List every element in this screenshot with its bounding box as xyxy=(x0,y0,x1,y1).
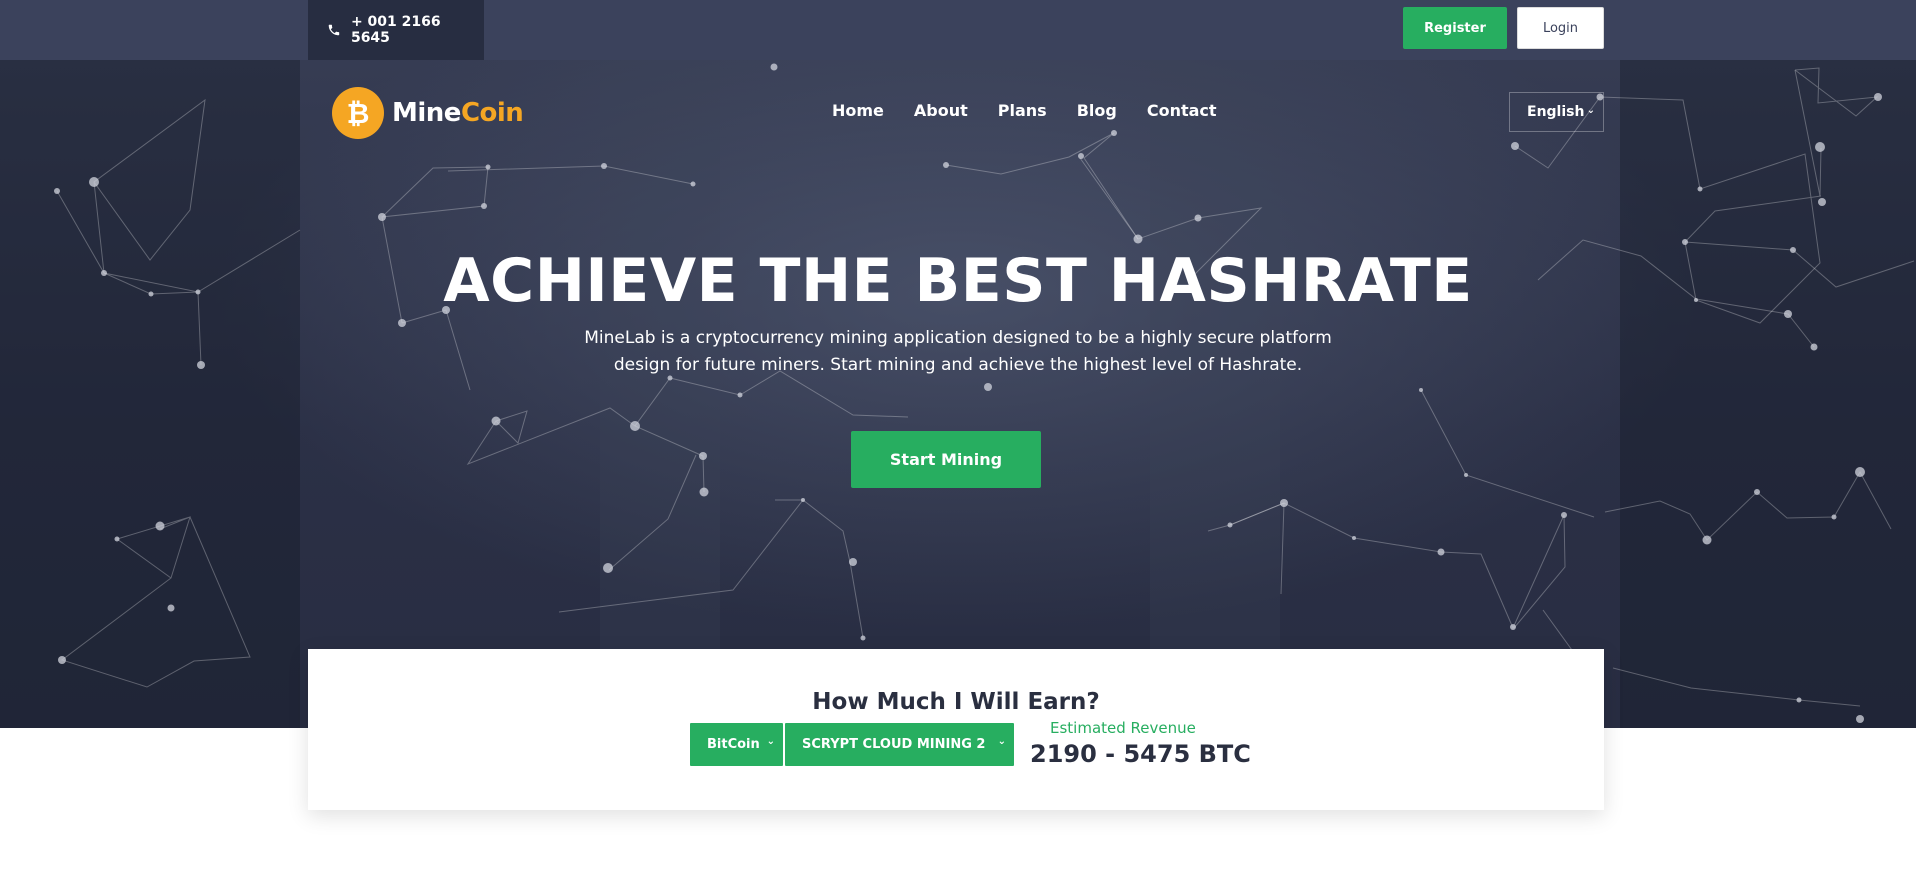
login-button[interactable]: Login xyxy=(1517,7,1604,49)
nav-item-contact[interactable]: Contact xyxy=(1147,101,1217,120)
estimated-revenue-value: 2190 - 5475 BTC xyxy=(1030,740,1251,768)
register-button[interactable]: Register xyxy=(1403,7,1507,49)
phone-icon xyxy=(328,24,340,36)
top-bar: + 001 2166 5645 Register Login xyxy=(0,0,1916,60)
coin-select-value: BitCoin xyxy=(707,737,760,752)
estimated-revenue-label: Estimated Revenue xyxy=(1050,719,1196,737)
brand-name: MineCoin xyxy=(392,98,524,128)
chevron-down-icon: ⌄ xyxy=(766,736,775,747)
nav-item-home[interactable]: Home xyxy=(832,101,884,120)
phone-contact[interactable]: + 001 2166 5645 xyxy=(308,0,484,60)
nav-item-plans[interactable]: Plans xyxy=(998,101,1047,120)
start-mining-button[interactable]: Start Mining xyxy=(851,431,1041,488)
hero-title: ACHIEVE THE BEST HASHRATE xyxy=(443,246,1473,316)
hero-subtitle: MineLab is a cryptocurrency mining appli… xyxy=(584,328,1332,375)
chevron-down-icon: ⌄ xyxy=(997,736,1006,747)
earnings-calculator: How Much I Will Earn? BitCoin ⌄ SCRYPT C… xyxy=(308,649,1604,810)
bitcoin-logo-icon: ₿ xyxy=(332,87,384,139)
brand-name-coin: Coin xyxy=(460,98,524,128)
calculator-title: How Much I Will Earn? xyxy=(812,689,1100,715)
hero-section: ₿ MineCoin Home About Plans Blog Contact… xyxy=(0,60,1916,728)
language-select[interactable]: English ⌄ xyxy=(1509,92,1604,132)
nav-item-about[interactable]: About xyxy=(914,101,968,120)
nav-item-blog[interactable]: Blog xyxy=(1077,101,1117,120)
brand-name-mine: Mine xyxy=(392,98,461,128)
plan-select-value: SCRYPT CLOUD MINING 2 xyxy=(802,737,986,752)
chevron-down-icon: ⌄ xyxy=(1586,105,1595,116)
brand-logo[interactable]: ₿ MineCoin xyxy=(332,87,524,139)
main-nav: Home About Plans Blog Contact xyxy=(832,101,1247,120)
coin-select[interactable]: BitCoin ⌄ xyxy=(690,723,783,766)
particle-network xyxy=(54,63,1915,723)
phone-number: + 001 2166 5645 xyxy=(350,14,441,46)
plan-select[interactable]: SCRYPT CLOUD MINING 2 ⌄ xyxy=(785,723,1014,766)
language-value: English xyxy=(1527,104,1585,120)
